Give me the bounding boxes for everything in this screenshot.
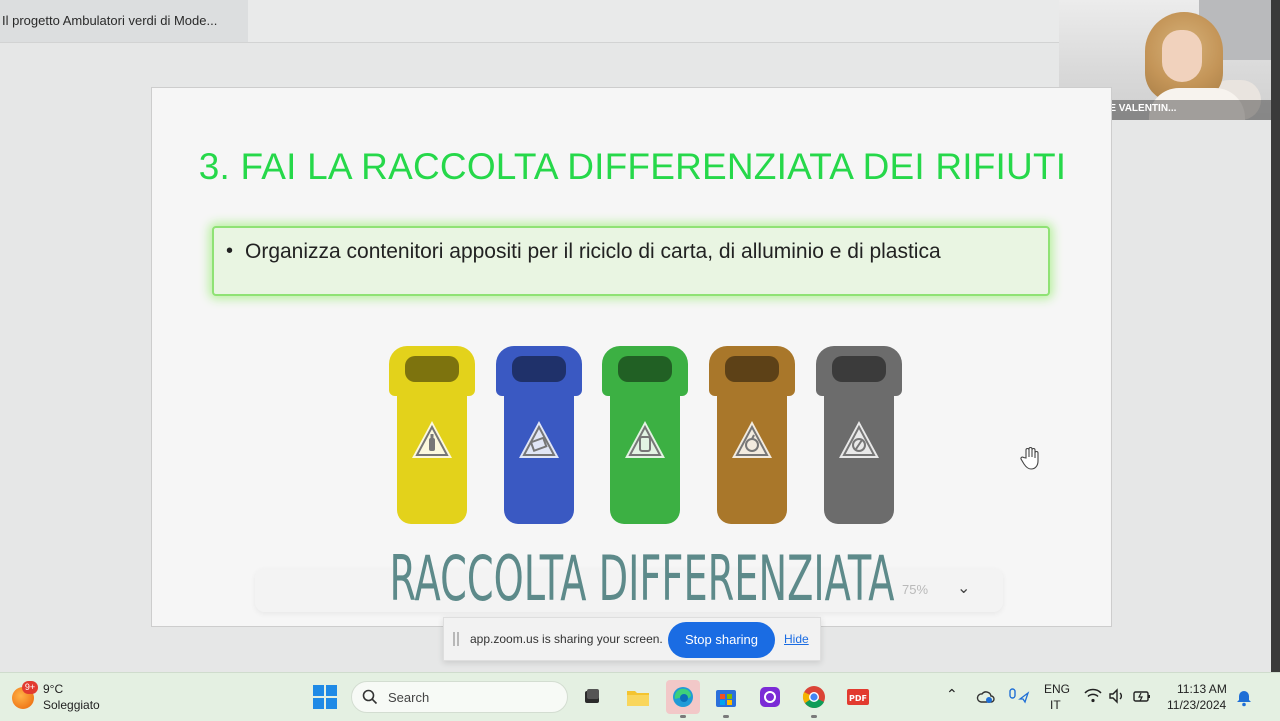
active-app-indicator bbox=[680, 715, 686, 718]
start-button[interactable] bbox=[313, 685, 337, 709]
plastic-bottle-icon bbox=[412, 421, 452, 458]
windows-logo-tile bbox=[313, 698, 324, 709]
sharing-message: app.zoom.us is sharing your screen. bbox=[470, 632, 663, 646]
brown-bin bbox=[709, 338, 795, 528]
paper-icon bbox=[519, 421, 559, 458]
apple-icon bbox=[732, 421, 772, 458]
document-tab[interactable]: Il progetto Ambulatori verdi di Mode... bbox=[0, 0, 248, 42]
running-app-indicator bbox=[723, 715, 729, 718]
gray-bin bbox=[816, 338, 902, 528]
language-secondary[interactable]: IT bbox=[1050, 698, 1061, 712]
task-view-icon[interactable] bbox=[578, 683, 606, 711]
chrome-icon[interactable] bbox=[800, 683, 828, 711]
clock-date[interactable]: 11/23/2024 bbox=[1167, 698, 1226, 712]
yellow-bin bbox=[389, 338, 475, 528]
search-icon bbox=[362, 689, 378, 705]
volume-icon[interactable] bbox=[1108, 688, 1126, 704]
weather-temperature[interactable]: 9°C bbox=[43, 682, 63, 696]
wifi-icon[interactable] bbox=[1084, 688, 1102, 704]
bin-opening bbox=[618, 356, 672, 382]
taskbar: 9+ 9°C Soleggiato Search PDF ⌃ ENG IT 11… bbox=[0, 672, 1280, 721]
bin-opening bbox=[405, 356, 459, 382]
show-hidden-icons-chevron[interactable]: ⌃ bbox=[946, 686, 958, 703]
weather-description[interactable]: Soleggiato bbox=[43, 698, 100, 712]
bullet-text: Organizza contenitori appositi per il ri… bbox=[245, 240, 941, 263]
windows-logo-tile bbox=[326, 685, 337, 696]
chevron-down-icon[interactable]: ⌄ bbox=[957, 578, 970, 598]
can-icon bbox=[625, 421, 665, 458]
green-bin bbox=[602, 338, 688, 528]
glass-icon bbox=[839, 421, 879, 458]
search-placeholder: Search bbox=[388, 690, 430, 705]
video-face bbox=[1162, 30, 1202, 82]
hand-cursor-icon bbox=[1020, 447, 1039, 470]
notification-bell-icon[interactable] bbox=[1236, 689, 1252, 707]
edge-active-bg[interactable] bbox=[666, 680, 700, 714]
microsoft-store-icon[interactable] bbox=[712, 683, 740, 711]
bullet-box: • Organizza contenitori appositi per il … bbox=[212, 226, 1050, 296]
purple-app-icon[interactable] bbox=[756, 683, 784, 711]
drag-handle-icon[interactable] bbox=[453, 632, 459, 646]
taskbar-search[interactable]: Search bbox=[351, 681, 568, 713]
slide-title: 3. FAI LA RACCOLTA DIFFERENZIATA DEI RIF… bbox=[198, 146, 1067, 187]
edge-icon bbox=[673, 687, 693, 707]
clock-time[interactable]: 11:13 AM bbox=[1177, 682, 1227, 696]
zoom-level[interactable]: 75% bbox=[902, 582, 928, 597]
running-app-indicator bbox=[811, 715, 817, 718]
battery-icon[interactable] bbox=[1132, 688, 1152, 704]
bullet-dot: • bbox=[226, 240, 234, 262]
bin-opening bbox=[832, 356, 886, 382]
hide-link[interactable]: Hide bbox=[784, 632, 809, 646]
microphone-location-icon[interactable] bbox=[1006, 687, 1030, 705]
screen-sharing-bar: app.zoom.us is sharing your screen. Stop… bbox=[443, 617, 821, 661]
window-edge bbox=[1271, 0, 1280, 672]
pdf-reader-icon[interactable]: PDF bbox=[844, 683, 872, 711]
windows-logo-tile bbox=[313, 685, 324, 696]
blue-bin bbox=[496, 338, 582, 528]
bin-opening bbox=[725, 356, 779, 382]
svg-text:PDF: PDF bbox=[849, 694, 867, 703]
recycling-bins-image bbox=[382, 338, 922, 528]
windows-logo-tile bbox=[326, 698, 337, 709]
file-explorer-icon[interactable] bbox=[624, 683, 652, 711]
bin-opening bbox=[512, 356, 566, 382]
top-bar: Il progetto Ambulatori verdi di Mode... bbox=[0, 0, 1060, 43]
weather-badge: 9+ bbox=[22, 681, 38, 694]
cloud-info-icon[interactable] bbox=[976, 689, 996, 705]
caption-text: RACCOLTA DIFFERENZIATA bbox=[390, 542, 895, 615]
stop-sharing-button[interactable]: Stop sharing bbox=[668, 622, 775, 658]
recycling-caption: RACCOLTA DIFFERENZIATA bbox=[390, 542, 895, 615]
presentation-slide: 3. FAI LA RACCOLTA DIFFERENZIATA DEI RIF… bbox=[151, 87, 1112, 627]
language-primary[interactable]: ENG bbox=[1044, 682, 1070, 696]
